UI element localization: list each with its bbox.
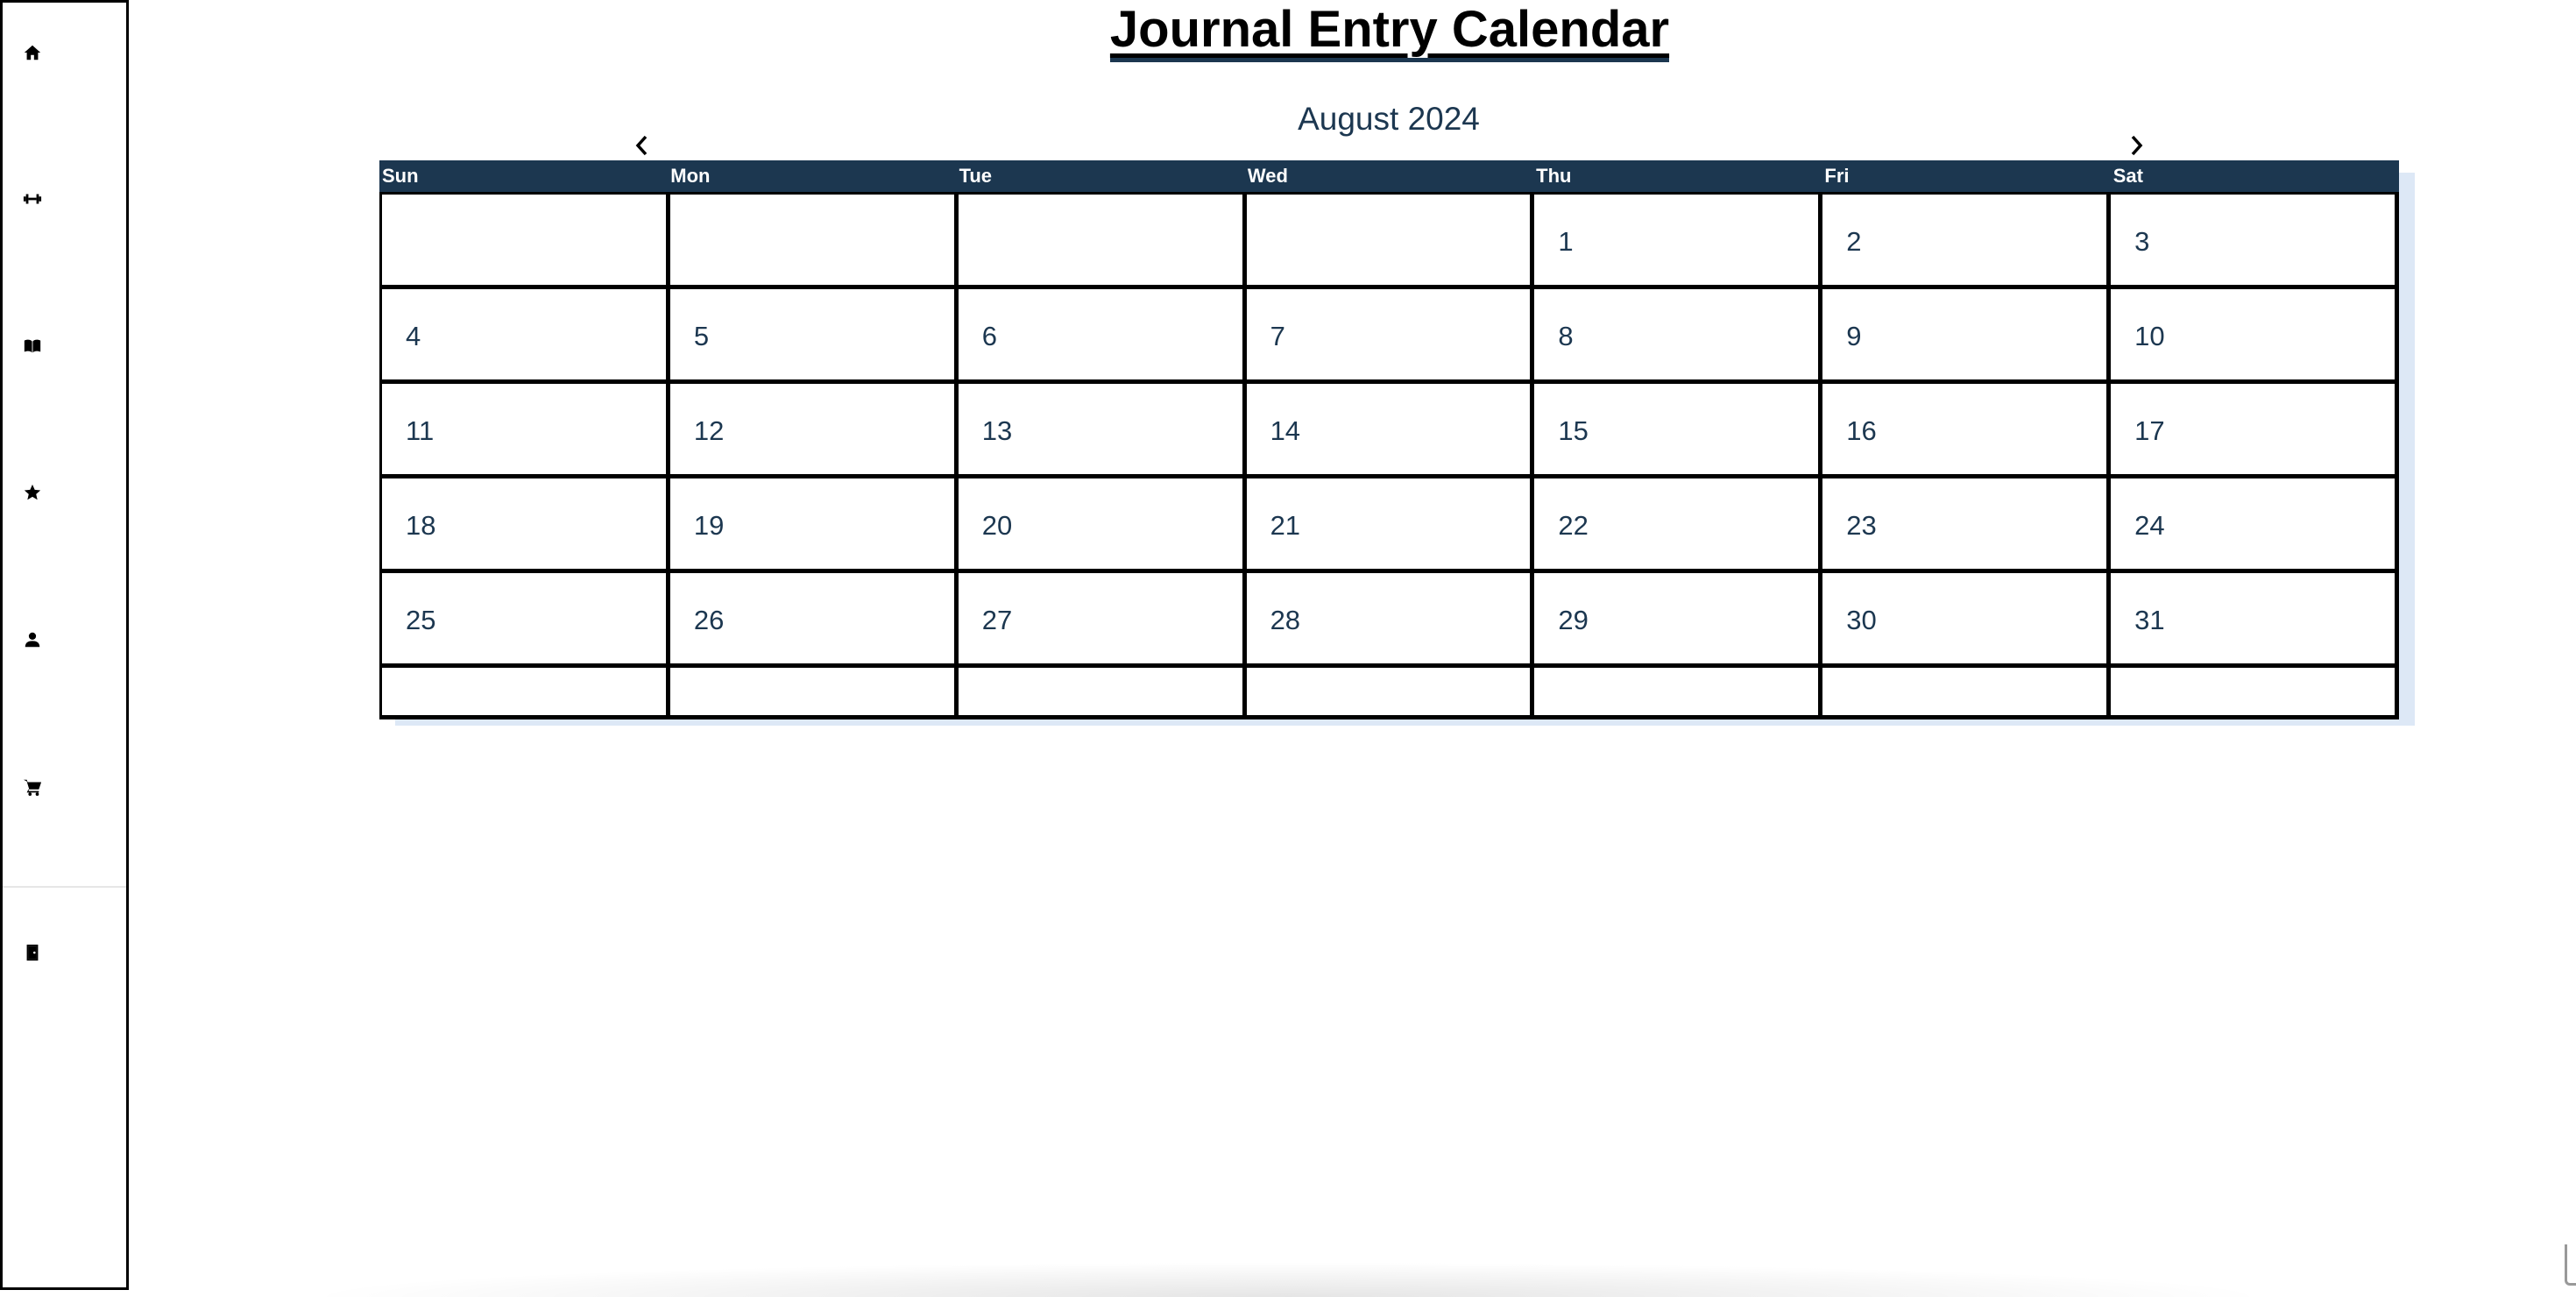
day-number: 15 bbox=[1558, 415, 1589, 446]
chevron-right-icon[interactable] bbox=[2123, 128, 2149, 163]
day-number: 28 bbox=[1270, 605, 1301, 635]
sidebar bbox=[0, 0, 129, 1290]
day-cell[interactable]: 20 bbox=[958, 478, 1247, 573]
day-number: 10 bbox=[2134, 321, 2165, 351]
day-cell[interactable] bbox=[1246, 195, 1535, 289]
day-cell[interactable] bbox=[1822, 668, 2112, 719]
day-cell[interactable]: 7 bbox=[1246, 289, 1535, 384]
day-cell[interactable]: 1 bbox=[1534, 195, 1823, 289]
dumbbell-icon[interactable] bbox=[22, 188, 43, 209]
day-number: 26 bbox=[693, 605, 725, 635]
day-cell[interactable] bbox=[1534, 668, 1823, 719]
day-cell[interactable]: 14 bbox=[1246, 384, 1535, 478]
day-cell[interactable] bbox=[958, 668, 1247, 719]
day-cell[interactable]: 4 bbox=[382, 289, 670, 384]
day-cell[interactable]: 15 bbox=[1534, 384, 1823, 478]
book-icon[interactable] bbox=[22, 336, 43, 357]
day-number: 1 bbox=[1558, 226, 1574, 257]
day-number: 31 bbox=[2134, 605, 2165, 635]
weekday-tue: Tue bbox=[959, 165, 993, 187]
day-number: 5 bbox=[693, 321, 710, 351]
day-cell[interactable]: 11 bbox=[382, 384, 670, 478]
weekday-wed: Wed bbox=[1247, 165, 1288, 187]
day-cell[interactable]: 30 bbox=[1822, 573, 2112, 668]
day-number: 8 bbox=[1558, 321, 1574, 351]
home-icon[interactable] bbox=[22, 42, 43, 63]
day-number: 24 bbox=[2134, 510, 2165, 541]
day-number: 2 bbox=[1846, 226, 1862, 257]
weekday-fri: Fri bbox=[1824, 165, 1850, 187]
calendar-grid: 1 2 3 4 5 6 7 8 9 10 11 12 13 14 15 16 17 18 19 20 21 22 23 24 2… bbox=[379, 192, 2399, 719]
day-cell[interactable]: 16 bbox=[1822, 384, 2112, 478]
day-cell[interactable]: 27 bbox=[958, 573, 1247, 668]
day-number: 18 bbox=[406, 510, 436, 541]
day-cell[interactable]: 19 bbox=[669, 478, 959, 573]
day-number: 4 bbox=[406, 321, 421, 351]
day-cell[interactable] bbox=[382, 668, 670, 719]
day-cell[interactable] bbox=[958, 195, 1247, 289]
day-number: 6 bbox=[981, 321, 997, 351]
day-number: 12 bbox=[693, 415, 725, 446]
day-cell[interactable]: 21 bbox=[1246, 478, 1535, 573]
day-number: 19 bbox=[693, 510, 725, 541]
user-icon[interactable] bbox=[22, 629, 43, 650]
day-cell[interactable]: 10 bbox=[2111, 289, 2399, 384]
day-number: 13 bbox=[981, 415, 1013, 446]
day-cell[interactable]: 22 bbox=[1534, 478, 1823, 573]
resize-corner-icon bbox=[2565, 1244, 2576, 1286]
day-number: 30 bbox=[1846, 605, 1877, 635]
weekday-header: Sun Mon Tue Wed Thu Fri Sat bbox=[379, 160, 2399, 192]
day-number: 3 bbox=[2134, 226, 2150, 257]
calendar: Sun Mon Tue Wed Thu Fri Sat 1 2 3 4 5 6 7 8 9 10 1… bbox=[379, 160, 2399, 719]
day-cell[interactable]: 17 bbox=[2111, 384, 2399, 478]
sidebar-divider bbox=[3, 886, 126, 888]
month-label: August 2024 bbox=[1298, 101, 1480, 137]
door-exit-icon[interactable] bbox=[22, 942, 43, 963]
day-cell[interactable]: 26 bbox=[669, 573, 959, 668]
day-cell[interactable]: 5 bbox=[669, 289, 959, 384]
day-number: 25 bbox=[406, 605, 436, 635]
day-number: 16 bbox=[1846, 415, 1877, 446]
day-number: 21 bbox=[1270, 510, 1301, 541]
day-cell[interactable] bbox=[1246, 668, 1535, 719]
star-icon[interactable] bbox=[22, 482, 43, 503]
day-number: 7 bbox=[1270, 321, 1285, 351]
day-number: 29 bbox=[1558, 605, 1589, 635]
day-number: 14 bbox=[1270, 415, 1301, 446]
day-cell[interactable] bbox=[382, 195, 670, 289]
day-cell[interactable]: 2 bbox=[1822, 195, 2112, 289]
day-cell[interactable]: 29 bbox=[1534, 573, 1823, 668]
page-title: Journal Entry Calendar bbox=[130, 0, 2576, 62]
day-cell[interactable] bbox=[669, 195, 959, 289]
day-cell[interactable]: 24 bbox=[2111, 478, 2399, 573]
cart-icon[interactable] bbox=[22, 776, 43, 797]
day-number: 11 bbox=[406, 415, 435, 446]
chevron-left-icon[interactable] bbox=[629, 128, 655, 163]
weekday-thu: Thu bbox=[1536, 165, 1572, 187]
day-cell[interactable]: 12 bbox=[669, 384, 959, 478]
day-cell[interactable] bbox=[2111, 668, 2399, 719]
day-cell[interactable]: 18 bbox=[382, 478, 670, 573]
day-number: 22 bbox=[1558, 510, 1589, 541]
day-number: 17 bbox=[2134, 415, 2165, 446]
day-cell[interactable] bbox=[669, 668, 959, 719]
day-number: 27 bbox=[981, 605, 1013, 635]
day-cell[interactable]: 8 bbox=[1534, 289, 1823, 384]
day-number: 9 bbox=[1846, 321, 1862, 351]
day-cell[interactable]: 6 bbox=[958, 289, 1247, 384]
weekday-sun: Sun bbox=[382, 165, 419, 187]
day-number: 20 bbox=[981, 510, 1013, 541]
day-cell[interactable]: 3 bbox=[2111, 195, 2399, 289]
page-title-text: Journal Entry Calendar bbox=[1109, 1, 1670, 62]
day-cell[interactable]: 28 bbox=[1246, 573, 1535, 668]
weekday-mon: Mon bbox=[670, 165, 711, 187]
day-cell[interactable]: 9 bbox=[1822, 289, 2112, 384]
day-cell[interactable]: 13 bbox=[958, 384, 1247, 478]
day-cell[interactable]: 25 bbox=[382, 573, 670, 668]
bottom-shadow bbox=[298, 1262, 2278, 1297]
weekday-sat: Sat bbox=[2112, 165, 2143, 187]
day-cell[interactable]: 31 bbox=[2111, 573, 2399, 668]
day-cell[interactable]: 23 bbox=[1822, 478, 2112, 573]
day-number: 23 bbox=[1846, 510, 1877, 541]
